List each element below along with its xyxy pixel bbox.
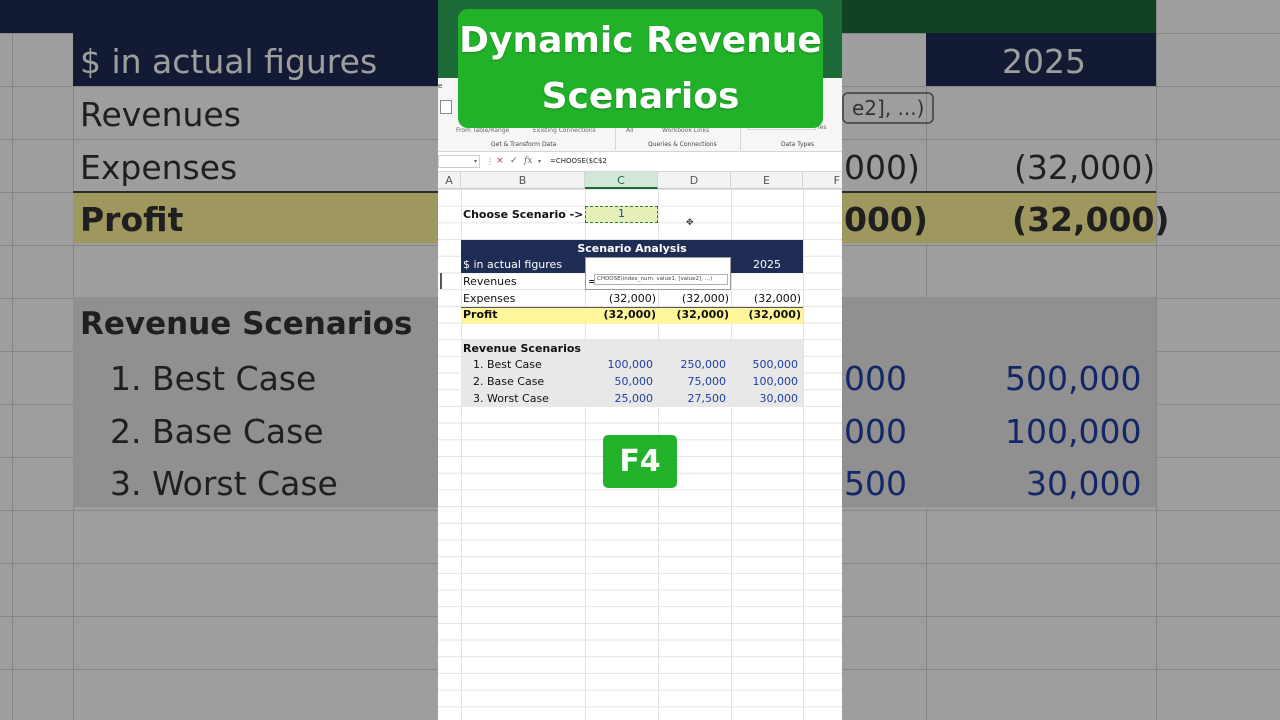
column-header-b[interactable]: B xyxy=(461,172,585,189)
scenario-base-label: 2. Base Case xyxy=(473,375,545,388)
header-year-e: 2025 xyxy=(753,258,781,271)
scenario-worst-label: 3. Worst Case xyxy=(473,392,549,405)
video-title-line-2: Scenarios xyxy=(541,76,740,117)
existing-connections-button[interactable]: Existing Connections xyxy=(533,127,596,134)
scenario-best-label: 1. Best Case xyxy=(473,358,542,371)
function-tooltip: CHOOSE(index_num, value1, [value2], ...) xyxy=(594,274,728,285)
expenses-e[interactable]: (32,000) xyxy=(731,291,801,307)
from-table-range-button[interactable]: From Table/Range xyxy=(456,127,509,134)
column-header-a[interactable]: A xyxy=(438,172,461,189)
background-zoom-right: 2025 e2], ...) 000) (32,000) 000) (32,00… xyxy=(842,0,1280,720)
scenario-best-c[interactable]: 100,000 xyxy=(585,357,654,373)
scenario-base-c[interactable]: 50,000 xyxy=(585,374,654,390)
profit-d[interactable]: (32,000) xyxy=(658,307,729,323)
revenues-label: Revenues xyxy=(463,275,517,288)
fx-dropdown-icon[interactable]: ▾ xyxy=(538,155,541,168)
column-headers: A B C D E F xyxy=(438,172,842,189)
video-title-overlay: Dynamic Revenue Scenarios xyxy=(458,9,823,128)
background-dim-overlay xyxy=(0,0,438,720)
enter-icon[interactable]: ✓ xyxy=(510,155,518,168)
formula-bar: ▾ ⋮ × ✓ fx ▾ =CHOOSE($C$2 xyxy=(438,152,842,172)
column-header-d[interactable]: D xyxy=(658,172,731,189)
group-queries-label: Queries & Connections xyxy=(648,141,717,148)
expenses-c[interactable]: (32,000) xyxy=(585,291,656,307)
profit-label: Profit xyxy=(463,308,498,321)
scenario-worst-d[interactable]: 27,500 xyxy=(658,391,727,407)
background-zoom-left: $ in actual figures Revenues Expenses Pr… xyxy=(0,0,438,720)
scenario-worst-e[interactable]: 30,000 xyxy=(731,391,799,407)
profit-e[interactable]: (32,000) xyxy=(731,307,801,323)
workbook-links-button[interactable]: Workbook Links xyxy=(662,127,709,134)
scenario-base-d[interactable]: 75,000 xyxy=(658,374,727,390)
scenario-best-d[interactable]: 250,000 xyxy=(658,357,727,373)
scenario-base-e[interactable]: 100,000 xyxy=(731,374,799,390)
scenario-analysis-title: Scenario Analysis xyxy=(461,240,803,257)
group-get-transform-label: Get & Transform Data xyxy=(491,141,557,148)
mouse-cursor-icon: ✥ xyxy=(686,217,694,227)
get-data-icon[interactable] xyxy=(440,100,452,114)
group-data-types-label: Data Types xyxy=(781,141,815,148)
background-dim-overlay xyxy=(842,0,1280,720)
cancel-icon[interactable]: × xyxy=(496,155,504,168)
column-header-f[interactable]: F xyxy=(803,172,842,189)
formula-input[interactable]: =CHOOSE($C$2 xyxy=(550,155,607,168)
refresh-all-button[interactable]: All xyxy=(626,127,633,134)
more-options-icon: ⋮ xyxy=(486,157,494,166)
scenario-worst-c[interactable]: 25,000 xyxy=(585,391,654,407)
grid-column-line xyxy=(803,189,804,720)
choose-scenario-label: Choose Scenario -> xyxy=(463,208,584,221)
name-box-dropdown-icon[interactable]: ▾ xyxy=(474,155,477,168)
expenses-label: Expenses xyxy=(463,292,516,305)
header-units-label: $ in actual figures xyxy=(463,258,563,271)
column-header-e[interactable]: E xyxy=(731,172,803,189)
revenue-scenarios-title: Revenue Scenarios xyxy=(463,342,581,355)
scenario-best-e[interactable]: 500,000 xyxy=(731,357,799,373)
keypress-badge: F4 xyxy=(603,435,677,488)
expenses-d[interactable]: (32,000) xyxy=(658,291,729,307)
profit-c[interactable]: (32,000) xyxy=(585,307,656,323)
column-header-c[interactable]: C xyxy=(585,172,658,189)
insert-function-icon[interactable]: fx xyxy=(524,155,532,168)
file-tab[interactable]: e xyxy=(438,82,442,90)
choose-scenario-cell[interactable]: 1 xyxy=(585,206,658,223)
row-selection-marker xyxy=(440,273,442,289)
video-title-line-1: Dynamic Revenue xyxy=(459,20,822,61)
